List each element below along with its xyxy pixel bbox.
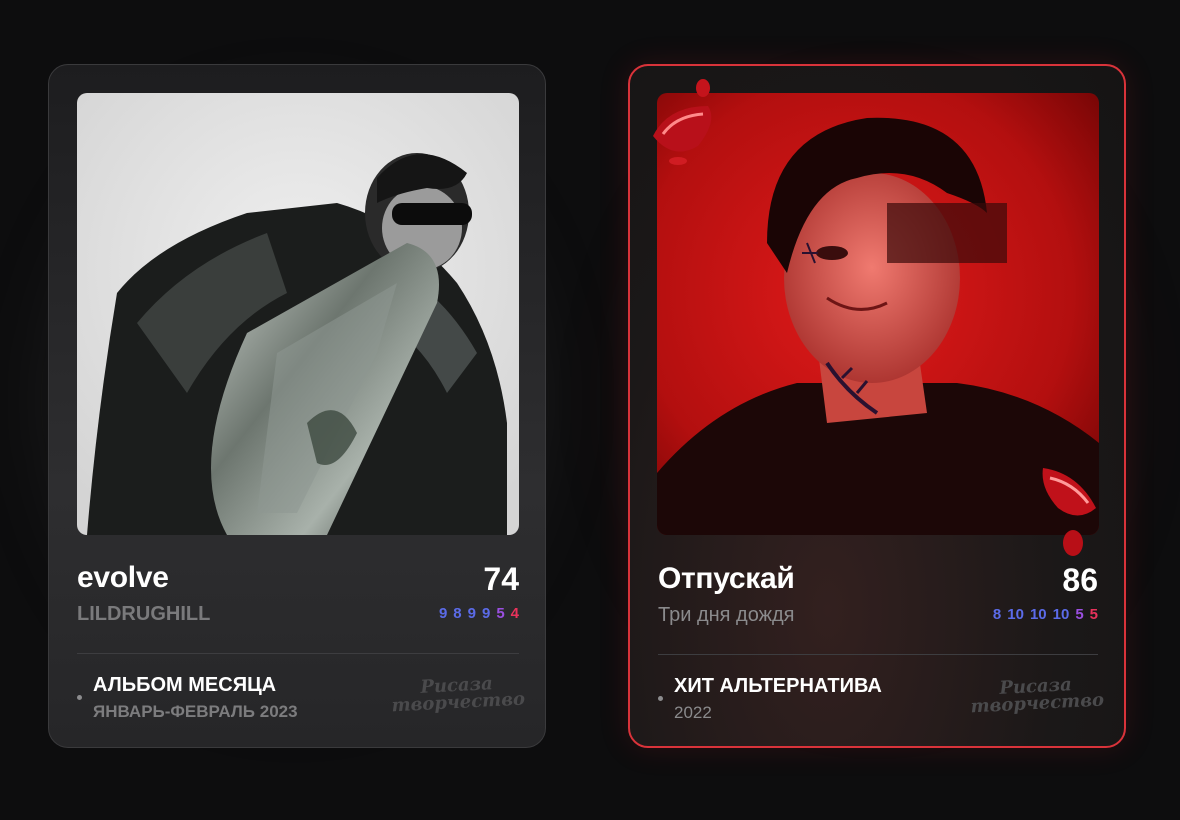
album-score: 86: [1062, 562, 1098, 598]
album-cover: [657, 93, 1099, 535]
bullet-dot: [658, 696, 663, 701]
watermark-logo: Рисаза творчество: [969, 674, 1105, 718]
divider: [77, 653, 519, 654]
album-cover-red-portrait-icon: [657, 93, 1099, 535]
sub-score: 4: [510, 605, 519, 622]
sub-score: 5: [1089, 606, 1098, 623]
bullet-dot: [77, 695, 82, 700]
divider: [658, 654, 1098, 655]
album-score: 74: [483, 561, 519, 597]
award-year: 2022: [674, 703, 712, 722]
sub-score: 10: [1029, 606, 1047, 623]
album-card-otpuskay[interactable]: Отпускай 86 Три дня дождя 8 10 10 10 5 5 ХИТ …: [628, 64, 1126, 748]
award-title: ХИТ АЛЬТЕРНАТИВА: [674, 675, 882, 697]
album-cover-bw-portrait-icon: [77, 93, 519, 535]
award-title: АЛЬБОМ МЕСЯЦА: [93, 674, 277, 696]
album-cover: [77, 93, 519, 535]
sub-score: 10: [1007, 606, 1024, 623]
watermark-logo: Рисаза творчество: [390, 673, 526, 717]
sub-scores: 8 10 10 10 5 5: [987, 606, 1098, 623]
album-card-evolve[interactable]: evolve 74 LILDRUGHILL 989954 АЛЬБОМ МЕСЯ…: [48, 64, 546, 748]
sub-scores: 989954: [433, 605, 519, 622]
sub-score: 5: [1075, 606, 1084, 623]
award-period: ЯНВАРЬ-ФЕВРАЛЬ 2023: [93, 702, 298, 721]
sub-score: 9: [467, 605, 476, 622]
album-title: evolve: [77, 561, 169, 594]
sub-score: 8: [992, 606, 1002, 623]
sub-score: 10: [1052, 606, 1070, 623]
red-gem-icon: [653, 79, 712, 165]
artist-name: LILDRUGHILL: [77, 603, 211, 625]
watermark-line: творчество: [390, 688, 526, 717]
watermark-line: творчество: [969, 689, 1105, 718]
sub-score: 5: [496, 605, 505, 622]
sub-score: 9: [481, 605, 491, 622]
sub-score: 9: [438, 605, 448, 622]
album-title: Отпускай: [658, 562, 795, 595]
sub-score: 8: [453, 605, 462, 622]
artist-name: Три дня дождя: [658, 604, 795, 626]
red-gem-icon: [1042, 468, 1096, 556]
